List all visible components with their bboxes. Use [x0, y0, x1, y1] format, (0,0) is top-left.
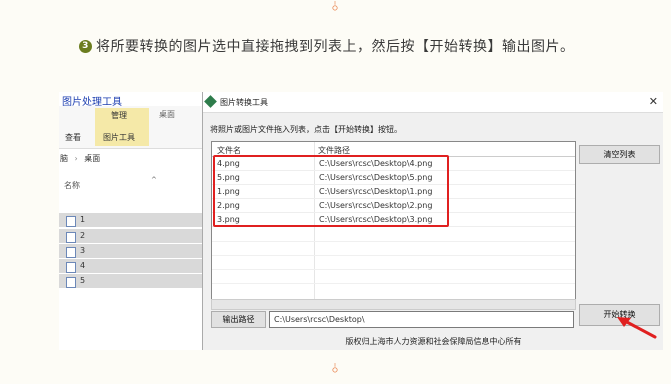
- file-icon: [66, 216, 76, 227]
- ornament-bottom-icon: [332, 363, 338, 373]
- explorer-file-label: 4: [80, 261, 86, 270]
- explorer-file-row[interactable]: 2: [59, 229, 202, 243]
- ribbon-picture-tools-tab[interactable]: 图片工具: [103, 132, 135, 143]
- empty-row-line: [212, 269, 575, 270]
- file-explorer: 图片处理工具 管理 桌面 查看 图片工具 脑 › 桌面 名称 ^ 1 2 3 4…: [59, 92, 202, 350]
- step-number-badge: 3: [79, 40, 92, 53]
- ornament-top-icon: [332, 1, 338, 11]
- explorer-file-label: 1: [80, 215, 86, 224]
- converter-dialog: 图片转换工具 ✕ 将照片或图片文件拖入列表，点击【开始转换】按钮。 文件名 文件…: [202, 92, 663, 350]
- file-icon: [66, 247, 76, 258]
- step-text: 将所要转换的图片选中直接拖拽到列表上，然后按【开始转换】输出图片。: [96, 39, 575, 55]
- screenshot-frame: 图片处理工具 管理 桌面 查看 图片工具 脑 › 桌面 名称 ^ 1 2 3 4…: [59, 92, 663, 350]
- breadcrumb-desktop[interactable]: 桌面: [84, 154, 100, 163]
- dialog-title: 图片转换工具: [220, 98, 268, 107]
- file-icon: [66, 262, 76, 273]
- highlight-box: [213, 155, 449, 227]
- sort-caret-icon: ^: [151, 176, 157, 184]
- red-arrow-icon: [617, 317, 657, 339]
- explorer-file-label: 2: [80, 231, 86, 240]
- ribbon-view-tab[interactable]: 查看: [65, 132, 81, 143]
- empty-row-line: [212, 255, 575, 256]
- clear-list-button[interactable]: 清空列表: [579, 145, 660, 164]
- file-icon: [66, 232, 76, 243]
- breadcrumb[interactable]: 脑 › 桌面: [59, 153, 100, 164]
- explorer-ribbon: 管理 桌面 查看 图片工具: [59, 106, 202, 149]
- copyright-text: 版权归上海市人力资源和社会保障局信息中心所有: [345, 337, 522, 346]
- explorer-file-row[interactable]: 3: [59, 244, 202, 258]
- explorer-file-label: 3: [80, 246, 86, 255]
- output-path-button[interactable]: 输出路径: [211, 311, 266, 328]
- column-header-name[interactable]: 名称: [64, 180, 80, 191]
- empty-row-line: [212, 283, 575, 284]
- explorer-file-row[interactable]: 5: [59, 274, 202, 288]
- breadcrumb-root[interactable]: 脑: [60, 154, 68, 163]
- breadcrumb-separator: ›: [74, 154, 78, 163]
- horizontal-scrollbar[interactable]: [211, 299, 576, 310]
- dialog-titlebar[interactable]: 图片转换工具 ✕: [203, 92, 663, 113]
- file-icon: [66, 277, 76, 288]
- ribbon-desktop-label[interactable]: 桌面: [159, 109, 175, 120]
- empty-row-line: [212, 241, 575, 242]
- close-icon[interactable]: ✕: [649, 95, 658, 108]
- dialog-instruction: 将照片或图片文件拖入列表，点击【开始转换】按钮。: [210, 125, 402, 134]
- app-diamond-icon: [204, 95, 217, 108]
- ribbon-manage-label[interactable]: 管理: [111, 110, 127, 121]
- explorer-file-label: 5: [80, 276, 86, 285]
- explorer-file-row[interactable]: 4: [59, 259, 202, 273]
- output-path-field[interactable]: C:\Users\rcsc\Desktop\: [269, 311, 574, 328]
- explorer-file-row[interactable]: 1: [59, 213, 202, 227]
- step-instruction: 3 将所要转换的图片选中直接拖拽到列表上，然后按【开始转换】输出图片。: [79, 35, 641, 59]
